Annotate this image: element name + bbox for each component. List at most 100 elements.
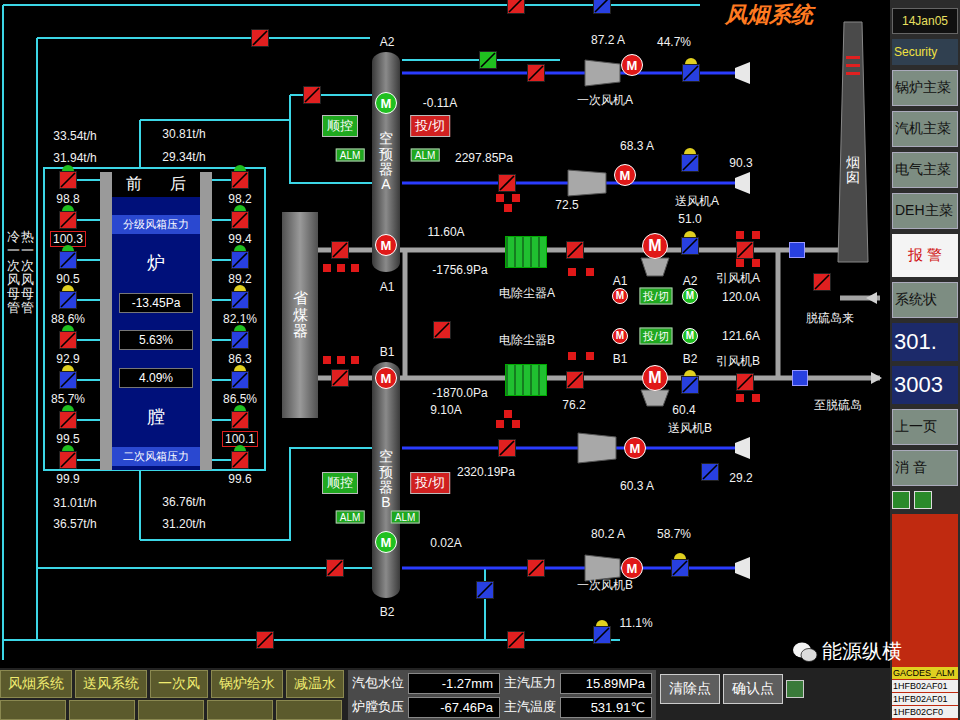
damper-icon[interactable]	[566, 371, 584, 389]
menu-button[interactable]: DEH主菜	[892, 193, 958, 229]
alarm-badge[interactable]: ALM	[391, 511, 420, 524]
damper-icon[interactable]	[231, 163, 249, 189]
gate-icon[interactable]	[792, 370, 808, 386]
damper-icon[interactable]	[59, 403, 77, 429]
damper-icon[interactable]	[231, 323, 249, 349]
tool-icon[interactable]	[892, 491, 910, 509]
nav-button-blank[interactable]	[0, 700, 66, 720]
damper-icon[interactable]	[566, 241, 584, 259]
damper-icon[interactable]	[736, 373, 754, 391]
sequence-button[interactable]: 顺控	[322, 115, 358, 137]
damper-icon[interactable]	[231, 283, 249, 309]
damper-icon[interactable]	[59, 283, 77, 309]
alarm-row[interactable]: 1HFB02AF01	[892, 680, 958, 692]
fan-switch-button[interactable]: 投/切	[639, 328, 672, 345]
alarm-button[interactable]: 报 警	[892, 234, 958, 277]
damper-icon[interactable]	[433, 321, 451, 339]
nav-button-blank[interactable]	[207, 700, 273, 720]
damper-icon[interactable]	[231, 403, 249, 429]
damper-icon[interactable]	[479, 51, 497, 69]
reading-label: B2	[380, 605, 395, 619]
damper-icon[interactable]	[231, 203, 249, 229]
damper-icon[interactable]	[251, 29, 269, 47]
damper-icon[interactable]	[326, 559, 344, 577]
motor-icon[interactable]: M	[642, 233, 668, 259]
action-button[interactable]: 清除点	[660, 674, 720, 704]
motor-icon[interactable]: M	[621, 557, 643, 579]
damper-icon[interactable]	[527, 559, 545, 577]
nav-button-blank[interactable]	[69, 700, 135, 720]
menu-button[interactable]: 汽机主菜	[892, 111, 958, 147]
nav-button-blank[interactable]	[138, 700, 204, 720]
motor-icon[interactable]: M	[375, 92, 397, 114]
damper-icon[interactable]	[813, 273, 831, 291]
motor-icon[interactable]: M	[682, 328, 698, 344]
damper-icon[interactable]	[498, 174, 516, 192]
action-button[interactable]: 确认点	[723, 674, 783, 704]
fan-switch-button[interactable]: 投/切	[639, 288, 672, 305]
motor-icon[interactable]: M	[682, 288, 698, 304]
nav-button[interactable]: 锅炉给水	[211, 670, 283, 698]
damper-icon[interactable]	[593, 618, 611, 644]
switch-button[interactable]: 投/切	[410, 472, 450, 494]
alarm-badge[interactable]: ALM	[411, 149, 440, 162]
motor-icon[interactable]: M	[642, 365, 668, 391]
damper-icon[interactable]	[303, 86, 321, 104]
nav-button-blank[interactable]	[276, 700, 342, 720]
damper-icon[interactable]	[507, 631, 525, 649]
damper-icon[interactable]	[736, 241, 754, 259]
nav-button[interactable]: 一次风	[150, 670, 208, 698]
motor-icon[interactable]: M	[375, 367, 397, 389]
motor-icon[interactable]: M	[375, 531, 397, 553]
motor-icon[interactable]: M	[612, 288, 628, 304]
security-button[interactable]: Security	[892, 39, 958, 65]
switch-button[interactable]: 投/切	[410, 115, 450, 137]
alarm-row[interactable]: 1HFB02AF01	[892, 693, 958, 705]
status-indicator	[512, 420, 520, 428]
motor-icon[interactable]: M	[624, 437, 646, 459]
alarm-row[interactable]: 1HFB02CF0	[892, 706, 958, 718]
damper-icon[interactable]	[701, 463, 719, 481]
damper-icon[interactable]	[59, 203, 77, 229]
damper-icon[interactable]	[671, 551, 689, 577]
damper-icon[interactable]	[256, 631, 274, 649]
menu-button[interactable]: 电气主菜	[892, 152, 958, 188]
damper-icon[interactable]	[231, 443, 249, 469]
damper-icon[interactable]	[331, 369, 349, 387]
damper-icon[interactable]	[59, 363, 77, 389]
damper-icon[interactable]	[59, 323, 77, 349]
damper-icon[interactable]	[527, 64, 545, 82]
status-button[interactable]: 系统状	[892, 282, 958, 318]
status-value: 15.89MPa	[560, 673, 652, 694]
damper-icon[interactable]	[476, 581, 494, 599]
damper-icon[interactable]	[59, 243, 77, 269]
nav-button[interactable]: 减温水	[286, 670, 344, 698]
damper-icon[interactable]	[507, 0, 525, 14]
damper-icon[interactable]	[682, 56, 700, 82]
motor-icon[interactable]: M	[614, 164, 636, 186]
nav-button[interactable]: 送风系统	[75, 670, 147, 698]
menu-button[interactable]: 锅炉主菜	[892, 70, 958, 106]
damper-icon[interactable]	[231, 243, 249, 269]
damper-icon[interactable]	[681, 229, 699, 255]
tool-icon[interactable]	[914, 491, 932, 509]
damper-icon[interactable]	[593, 0, 611, 14]
gate-icon[interactable]	[789, 242, 805, 258]
damper-icon[interactable]	[59, 443, 77, 469]
nav-button[interactable]: 风烟系统	[0, 670, 72, 698]
alarm-badge[interactable]: ALM	[336, 149, 365, 162]
damper-icon[interactable]	[681, 368, 699, 394]
damper-icon[interactable]	[331, 241, 349, 259]
damper-icon[interactable]	[231, 363, 249, 389]
prev-page-button[interactable]: 上一页	[892, 409, 958, 445]
mute-button[interactable]: 消 音	[892, 450, 958, 486]
alarm-badge[interactable]: ALM	[336, 511, 365, 524]
motor-icon[interactable]: M	[612, 328, 628, 344]
damper-icon[interactable]	[59, 163, 77, 189]
sequence-button[interactable]: 顺控	[322, 472, 358, 494]
motor-icon[interactable]: M	[375, 234, 397, 256]
damper-icon[interactable]	[498, 439, 516, 457]
print-icon[interactable]	[786, 680, 804, 698]
motor-icon[interactable]: M	[621, 54, 643, 76]
damper-icon[interactable]	[681, 146, 699, 172]
